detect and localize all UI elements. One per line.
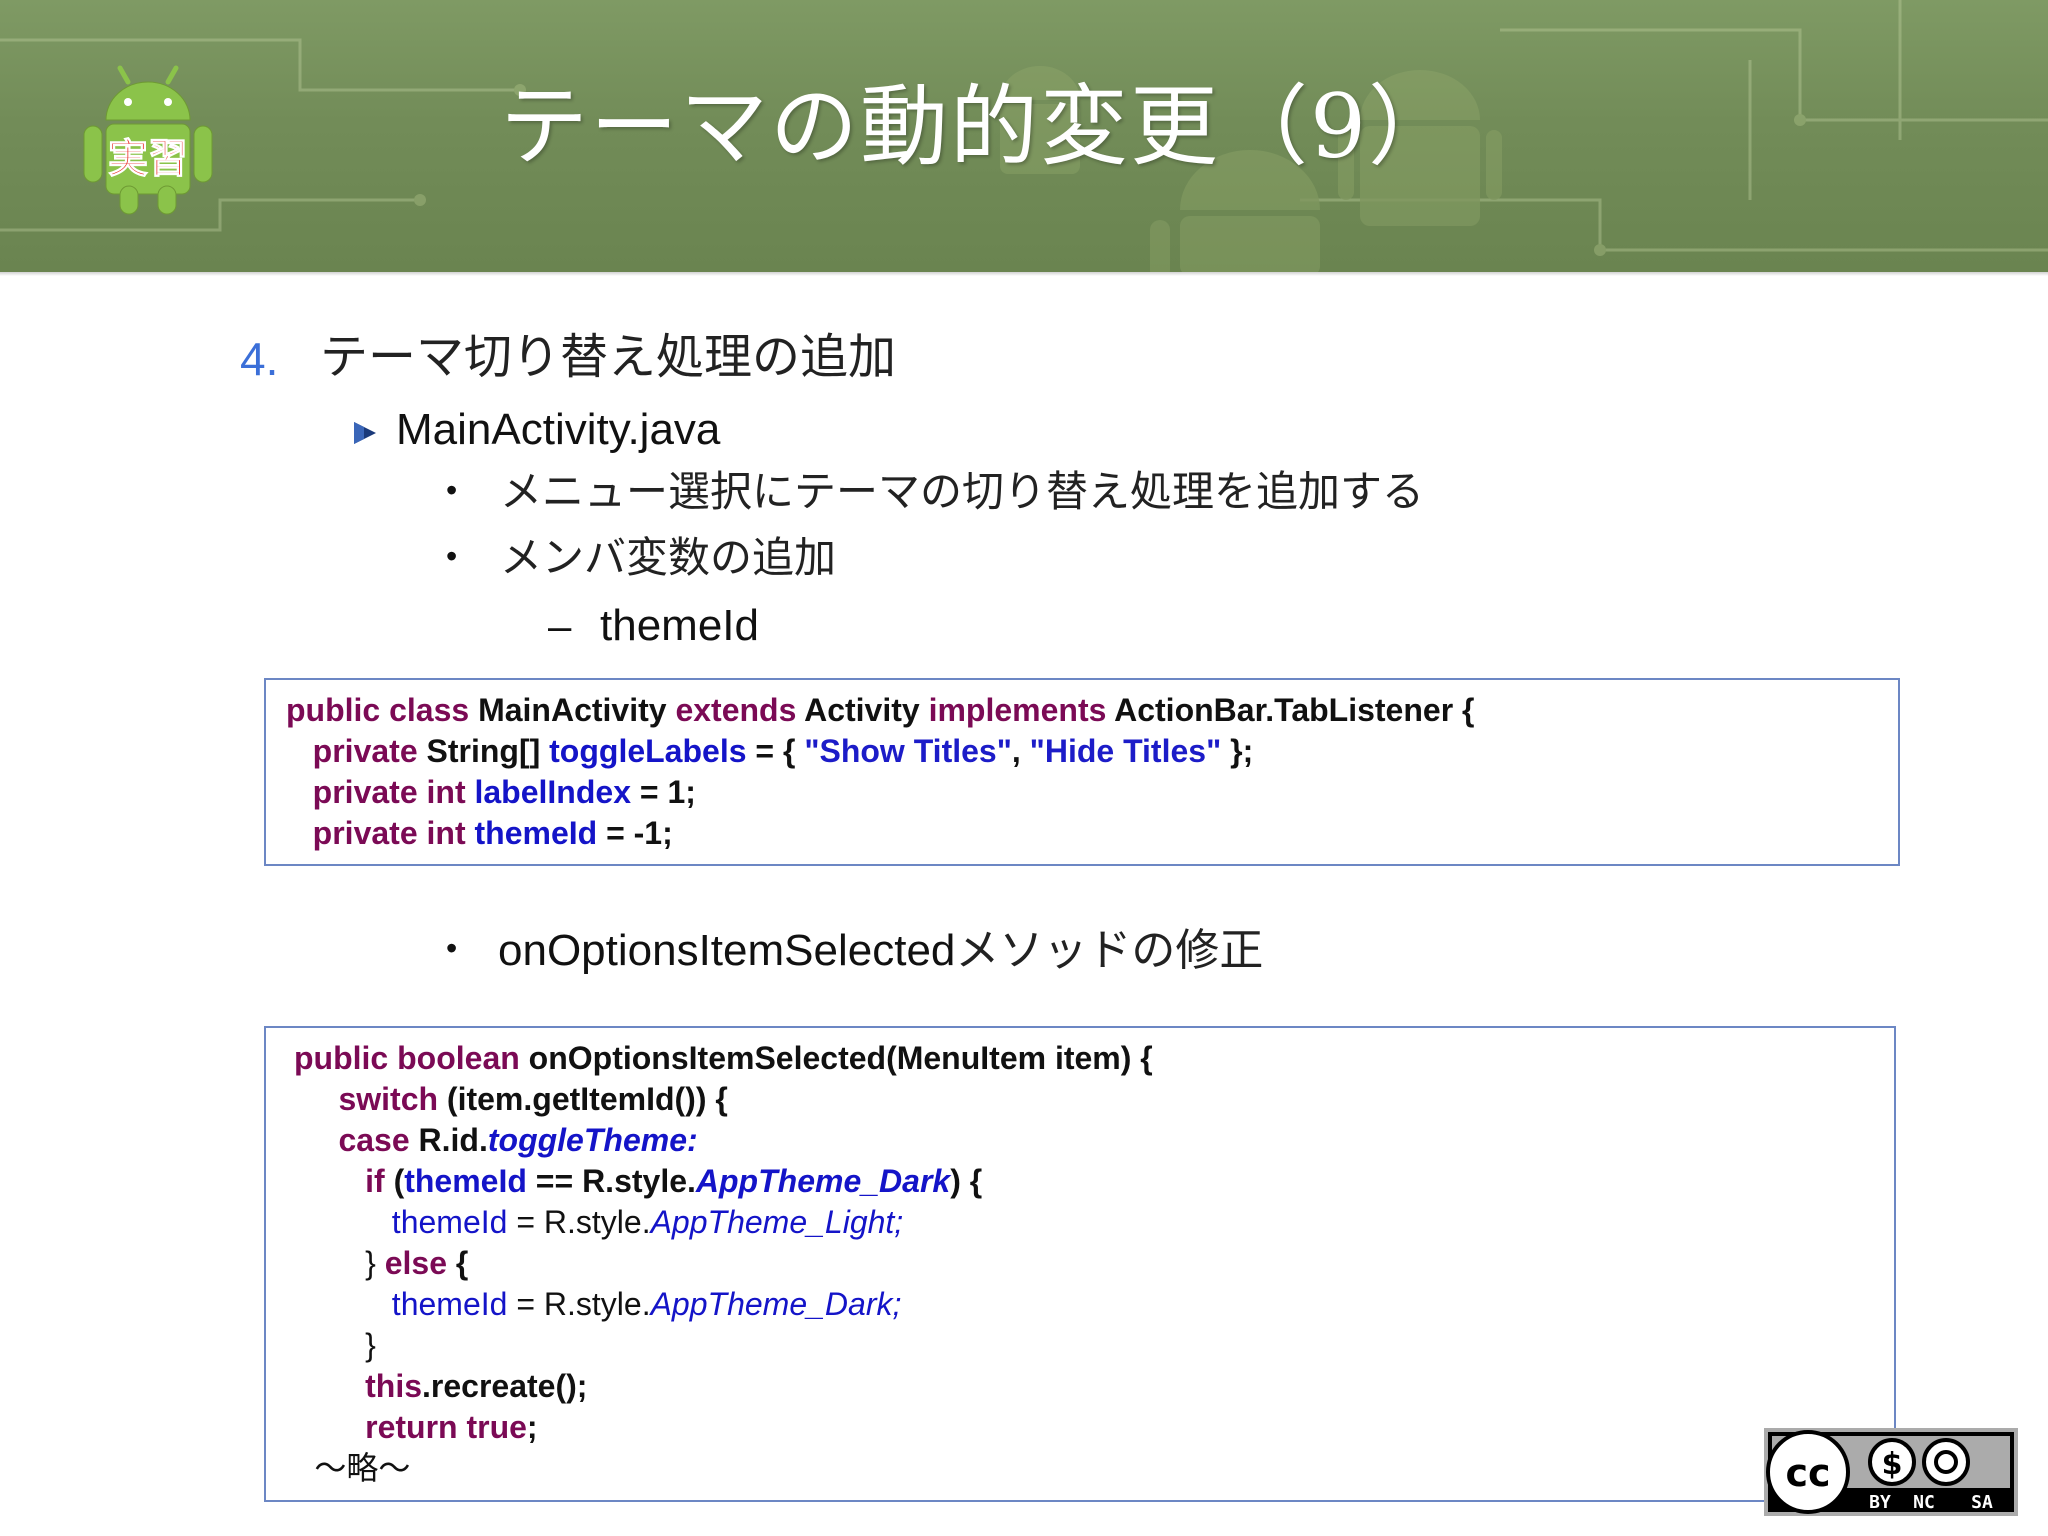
code-token: Activity — [804, 692, 929, 728]
code-line: public boolean onOptionsItemSelected(Men… — [294, 1038, 1153, 1079]
code-token: private int — [286, 774, 475, 810]
bullet-text: メニュー選択にテーマの切り替え処理を追加する — [500, 467, 1425, 516]
code-token: 〜略〜 — [294, 1449, 411, 1487]
code-block-fields: public class MainActivity extends Activi… — [264, 678, 1900, 866]
code-token: extends — [675, 692, 805, 728]
bullet-text: onOptionsItemSelectedメソッドの修正 — [498, 920, 1263, 982]
code-token: ( — [393, 1163, 405, 1199]
code-token: = R.style. — [507, 1286, 651, 1322]
slide-title: テーマの動的変更（9） — [500, 75, 1458, 178]
code-line: public class MainActivity extends Activi… — [286, 690, 1474, 731]
code-token: public class — [286, 692, 479, 728]
code-line: if (themeId == R.style.AppTheme_Dark) { — [294, 1161, 1153, 1202]
code-line: themeId = R.style.AppTheme_Dark; — [294, 1284, 1153, 1325]
code-token: { — [455, 1245, 469, 1281]
code-token: private — [286, 733, 427, 769]
code-line: } else { — [294, 1243, 1153, 1284]
code-token: (item.getItemId()) { — [446, 1081, 728, 1117]
code-block-method: public boolean onOptionsItemSelected(Men… — [264, 1026, 1896, 1502]
code-token: themeId — [294, 1204, 508, 1240]
code-token: onOptionsItemSelected(MenuItem item) { — [528, 1040, 1153, 1076]
code-token: String[] — [426, 733, 550, 769]
code-token: "Hide Titles" — [1029, 733, 1222, 769]
logo-label: 実習 — [108, 136, 188, 182]
code-lines: public boolean onOptionsItemSelected(Men… — [294, 1038, 1153, 1489]
bullet-dot: • — [446, 930, 458, 966]
code-line: } — [294, 1325, 1153, 1366]
code-token: toggleLabels — [549, 733, 747, 769]
code-token: else — [384, 1245, 456, 1281]
creative-commons-license-icon: cc $ BY NC SA — [1764, 1428, 2018, 1516]
code-token: switch — [294, 1081, 447, 1117]
bullet-text: メンバ変数の追加 — [500, 533, 837, 582]
code-token: = { — [746, 733, 805, 769]
code-line: 〜略〜 — [294, 1448, 1153, 1489]
header-shadow — [0, 272, 2048, 276]
method-description: メソッドの修正 — [955, 925, 1264, 976]
code-token: }; — [1221, 733, 1254, 769]
code-token: return true — [294, 1409, 527, 1445]
code-token: = R.style. — [507, 1204, 651, 1240]
code-token: labelIndex — [474, 774, 631, 810]
code-line: private int labelIndex = 1; — [286, 772, 1474, 813]
triangle-bullet-icon — [354, 422, 376, 444]
code-token: public boolean — [294, 1040, 529, 1076]
license-by-label: BY — [1869, 1492, 1891, 1513]
code-line: private String[] toggleLabels = { "Show … — [286, 731, 1474, 772]
code-token: this — [294, 1368, 423, 1404]
code-line: case R.id.toggleTheme: — [294, 1120, 1153, 1161]
code-token: ) { — [950, 1163, 983, 1199]
code-token: toggleTheme: — [487, 1122, 698, 1158]
bullet-dot: • — [446, 472, 458, 508]
code-token: = 1; — [630, 774, 696, 810]
license-nc-label: NC — [1913, 1492, 1935, 1513]
list-number: 4. — [240, 333, 279, 385]
code-token: AppTheme_Dark — [695, 1163, 951, 1199]
file-name: MainActivity.java — [396, 405, 721, 454]
code-line: private int themeId = -1; — [286, 813, 1474, 854]
code-line: themeId = R.style.AppTheme_Light; — [294, 1202, 1153, 1243]
code-token: } — [294, 1327, 376, 1363]
code-token: implements — [928, 692, 1115, 728]
dash-mark: – — [548, 602, 572, 649]
list-item-heading: テーマ切り替え処理の追加 — [320, 329, 897, 385]
code-token: ActionBar.TabListener { — [1114, 692, 1475, 728]
code-line: switch (item.getItemId()) { — [294, 1079, 1153, 1120]
code-token: themeId — [294, 1286, 508, 1322]
code-token: themeId — [474, 815, 598, 851]
code-token: .recreate(); — [422, 1368, 588, 1404]
code-token: } — [294, 1245, 385, 1281]
android-logo-icon: 実習 — [83, 65, 213, 215]
code-token: "Show Titles" — [804, 733, 1012, 769]
bullet-dot: • — [446, 538, 458, 574]
code-token: AppTheme_Dark; — [650, 1286, 902, 1322]
slide: 実習 テーマの動的変更（9） 4. テーマ切り替え処理の追加 MainActiv… — [0, 0, 2048, 1536]
code-token: ; — [526, 1409, 538, 1445]
code-lines: public class MainActivity extends Activi… — [286, 690, 1474, 854]
code-token: themeId — [404, 1163, 527, 1199]
code-token: MainActivity — [478, 692, 676, 728]
code-token: == R.style. — [526, 1163, 696, 1199]
code-line: this.recreate(); — [294, 1366, 1153, 1407]
code-token: if — [294, 1163, 394, 1199]
code-token: private int — [286, 815, 475, 851]
code-token: AppTheme_Light; — [650, 1204, 904, 1240]
svg-text:$: $ — [1882, 1447, 1903, 1482]
header-banner: 実習 テーマの動的変更（9） — [0, 0, 2048, 272]
svg-text:cc: cc — [1785, 1451, 1830, 1495]
dash-item-text: themeId — [600, 601, 759, 650]
code-line: return true; — [294, 1407, 1153, 1448]
code-token: R.id. — [418, 1122, 488, 1158]
method-name: onOptionsItemSelected — [498, 926, 956, 975]
code-token: = -1; — [597, 815, 673, 851]
code-token: , — [1011, 733, 1030, 769]
license-sa-label: SA — [1971, 1492, 1993, 1513]
code-token: case — [294, 1122, 419, 1158]
